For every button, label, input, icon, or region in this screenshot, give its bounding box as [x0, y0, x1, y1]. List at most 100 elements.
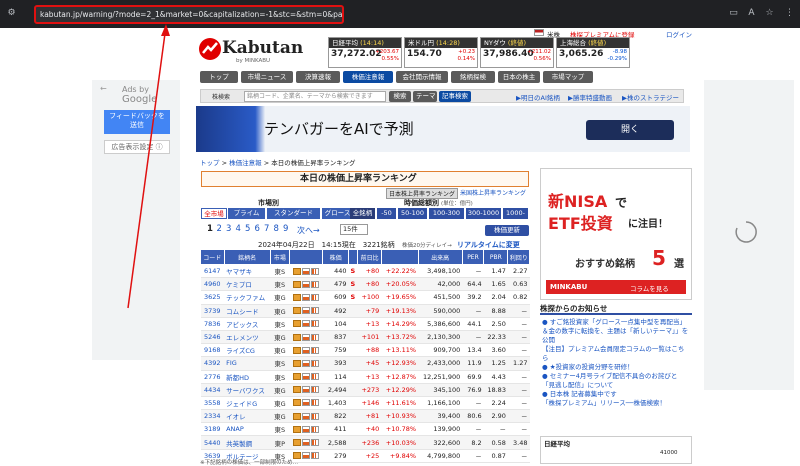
bar-chart-icon[interactable]: [310, 439, 319, 447]
chart-icon[interactable]: [301, 346, 310, 354]
table-row[interactable]: 5246 エレメンツ 東G 837 +101 +13.72% 2,130,300 － 22.33…: [200, 330, 530, 345]
table-row[interactable]: 3558 ジェイドG 東G 1,403 +146 +11.61% 1,166,100 － 2.2…: [200, 396, 530, 411]
breadcrumb-warning[interactable]: 株価注意報: [229, 159, 262, 167]
table-row[interactable]: 3739 コムシード 東G 492 +79 +19.13% 590,000 － 8.88 －: [200, 304, 530, 318]
note-icon[interactable]: [292, 320, 301, 328]
table-cell[interactable]: ケミプロ: [224, 277, 271, 292]
toplink-strategy[interactable]: ▶株のストラテジー: [622, 92, 679, 102]
table-cell[interactable]: 2334: [200, 409, 225, 424]
cap-tab-3[interactable]: 100-300: [429, 208, 465, 219]
note-icon[interactable]: [292, 267, 301, 275]
table-cell[interactable]: ジェイドG: [224, 396, 271, 411]
page-link-8[interactable]: 8: [274, 224, 279, 234]
chart-icon[interactable]: [301, 267, 310, 275]
search-button[interactable]: 検索: [389, 91, 411, 102]
feedback-button[interactable]: フィードバックを送信: [104, 110, 170, 134]
table-cell[interactable]: エレメンツ: [224, 330, 271, 345]
chart-icon[interactable]: [301, 412, 310, 420]
table-row[interactable]: 2334 イオレ 東G 822 +81 +10.93% 39,400 80.6 2.90 －: [200, 409, 530, 424]
toplink-video[interactable]: ▶勝率特盛動画: [568, 92, 612, 102]
page-link-3[interactable]: 3: [226, 224, 231, 234]
site-info-icon[interactable]: ⚙: [6, 8, 17, 19]
bar-chart-icon[interactable]: [310, 293, 319, 301]
table-cell[interactable]: 新都HD: [224, 370, 271, 384]
page-link-2[interactable]: 2: [217, 224, 222, 234]
menu-icon[interactable]: ⋮: [784, 8, 795, 19]
theme-search-button[interactable]: テーマ: [413, 91, 437, 102]
table-cell[interactable]: 3625: [200, 290, 225, 305]
chart-icon[interactable]: [301, 320, 310, 328]
cap-tab-1[interactable]: -50: [377, 208, 397, 219]
page-link-5[interactable]: 5: [245, 224, 250, 234]
bar-chart-icon[interactable]: [310, 386, 319, 394]
bar-chart-icon[interactable]: [310, 399, 319, 407]
update-price-button[interactable]: 株価更新: [485, 225, 529, 236]
table-cell[interactable]: コムシード: [224, 304, 271, 318]
note-icon[interactable]: [292, 425, 301, 433]
market-tab-1[interactable]: プライム: [228, 208, 266, 219]
next-page-link[interactable]: 次へ→: [297, 225, 320, 236]
cap-tab-2[interactable]: 50-100: [398, 208, 428, 219]
back-arrow-icon[interactable]: ←: [100, 84, 107, 93]
article-search-button[interactable]: 記事検索: [439, 91, 471, 102]
nav-item-6[interactable]: 日本の株主: [498, 71, 540, 83]
ad-cta[interactable]: コラムを見る: [630, 283, 669, 293]
bar-chart-icon[interactable]: [310, 412, 319, 420]
chart-icon[interactable]: [301, 452, 310, 460]
notice-item[interactable]: 「株探プレミアム」リリース──株価検索！: [542, 399, 690, 408]
chart-icon[interactable]: [301, 293, 310, 301]
chart-icon[interactable]: [301, 280, 310, 288]
table-cell[interactable]: ヤマザキ: [224, 264, 271, 279]
table-cell[interactable]: 4434: [200, 383, 225, 397]
note-icon[interactable]: [292, 439, 301, 447]
note-icon[interactable]: [292, 280, 301, 288]
login-link[interactable]: ログイン: [666, 29, 692, 39]
table-cell[interactable]: 3558: [200, 396, 225, 411]
market-tab-2[interactable]: スタンダード: [267, 208, 321, 219]
chart-icon[interactable]: [301, 307, 310, 315]
address-bar[interactable]: kabutan.jp/warning/?mode=2_1&market=0&ca…: [34, 5, 344, 24]
market-box[interactable]: 日経平均 (14:14) 37,272.02 +203.67 0.55%: [328, 37, 402, 68]
bar-chart-icon[interactable]: [310, 333, 319, 341]
table-cell[interactable]: 3189: [200, 422, 225, 437]
page-link-9[interactable]: 9: [283, 224, 288, 234]
note-icon[interactable]: [292, 386, 301, 394]
table-row[interactable]: 6147 ヤマザキ 東S 440 S +80 +22.22% 3,498,100 － 1.47 2.…: [200, 264, 530, 279]
market-box[interactable]: NYダウ (終値) 37,986.40 +211.02 0.56%: [480, 37, 554, 68]
table-cell[interactable]: イオレ: [224, 409, 271, 424]
market-tab-0[interactable]: 全市場: [201, 208, 227, 219]
nav-item-3[interactable]: 株価注意報: [343, 71, 393, 83]
ad-settings-button[interactable]: 広告表示設定 ⓘ: [104, 140, 170, 154]
market-box[interactable]: 米ドル円 (14:28) 154.70 +0.23 0.14%: [404, 37, 478, 68]
tab-us-ranking[interactable]: 米国株上昇率ランキング: [460, 188, 526, 197]
bar-chart-icon[interactable]: [310, 320, 319, 328]
table-cell[interactable]: サーバワクス: [224, 383, 271, 397]
nav-item-0[interactable]: トップ: [200, 71, 238, 83]
breadcrumb-top[interactable]: トップ: [200, 159, 220, 167]
note-icon[interactable]: [292, 346, 301, 354]
bar-chart-icon[interactable]: [310, 359, 319, 367]
note-icon[interactable]: [292, 293, 301, 301]
site-logo[interactable]: Kabutan: [222, 38, 303, 58]
note-icon[interactable]: [292, 412, 301, 420]
notice-item[interactable]: ● すご銘投資家「グロース一点集中型を再配当」＆金の数字に転換を、主題は「新しい…: [542, 318, 690, 345]
notice-item[interactable]: 【注目】プレミアム会員限定コラムの一覧はこちら: [542, 345, 690, 363]
chart-icon[interactable]: [301, 399, 310, 407]
bar-chart-icon[interactable]: [310, 452, 319, 460]
notice-item[interactable]: ● セミナー4月号ライブ配信不具合のお詫びと「見逃し配信」について: [542, 372, 690, 390]
bar-chart-icon[interactable]: [310, 307, 319, 315]
table-row[interactable]: 9168 ライズCG 東G 759 +88 +13.11% 909,700 13.4 3.60 －: [200, 343, 530, 358]
notice-item[interactable]: ● ★投資家の投資分野を研修！: [542, 363, 690, 372]
chart-icon[interactable]: [301, 373, 310, 381]
chart-icon[interactable]: [301, 439, 310, 447]
table-cell[interactable]: 9168: [200, 343, 225, 358]
chart-icon[interactable]: [301, 359, 310, 367]
translate-icon[interactable]: A: [746, 8, 757, 19]
table-cell[interactable]: 5440: [200, 435, 225, 450]
nav-item-7[interactable]: 市場マップ: [543, 71, 593, 83]
table-row[interactable]: 7836 アビックス 東S 104 +13 +14.29% 5,386,600 44.1 2.5…: [200, 317, 530, 331]
note-icon[interactable]: [292, 399, 301, 407]
nav-item-4[interactable]: 会社開示情報: [396, 71, 448, 83]
toplink-ai[interactable]: ▶明日のAI銘柄: [516, 92, 560, 102]
table-cell[interactable]: テックファム: [224, 290, 271, 305]
